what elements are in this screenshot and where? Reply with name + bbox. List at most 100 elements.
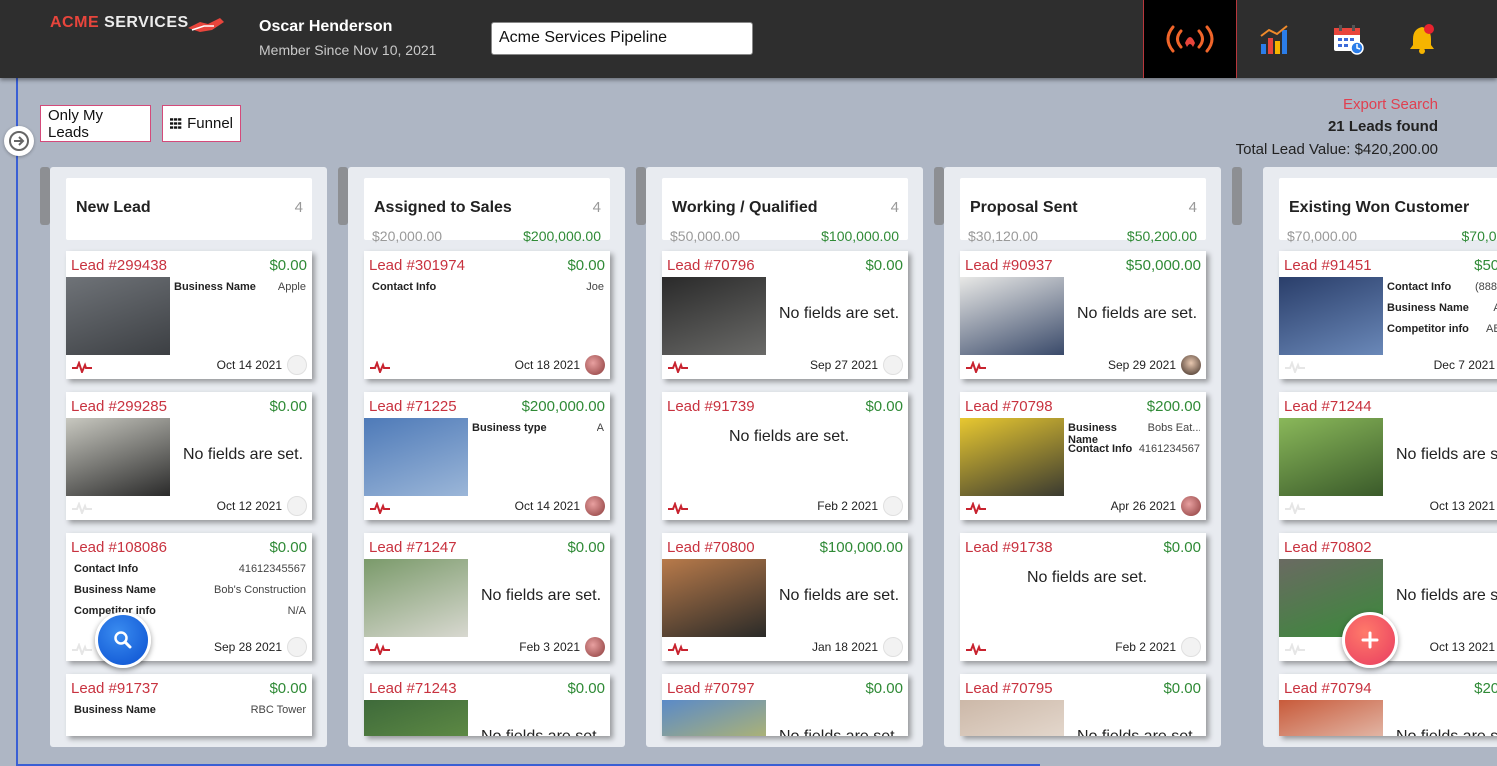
lead-id[interactable]: Lead #108086 [71,539,167,556]
handshake-icon [188,18,224,32]
add-lead-fab-button[interactable] [1342,612,1398,668]
field-label: Contact Info [372,281,437,293]
lead-id[interactable]: Lead #70796 [667,257,755,274]
lead-card[interactable]: Lead #71244$0No fields are set.Oct 13 20… [1279,392,1497,520]
assignee-avatar[interactable] [287,637,307,657]
nav-stats[interactable] [1237,0,1313,78]
lead-card[interactable]: Lead #71247 $0.00 No fields are set. Feb 3 … [364,533,610,661]
lead-id[interactable]: Lead #70795 [965,680,1053,697]
column-drag-tab[interactable] [40,167,50,225]
assignee-avatar[interactable] [1181,355,1201,375]
lead-card[interactable]: Lead #70794 $20,00 No fields are set. [1279,674,1497,736]
field-label: Contact Info [74,563,139,575]
leads-found-count: 21 Leads found [1327,118,1438,135]
lead-id[interactable]: Lead #91737 [71,680,159,697]
pipeline-column: Working / Qualified 4 $50,000.00 $100,000.0… [646,167,923,747]
lead-card[interactable]: Lead #91737 $0.00 Business Name RBC Tower [66,674,312,736]
lead-card[interactable]: Lead #91451 $50,00 Contact Info (888)870 Bus… [1279,251,1497,379]
lead-id[interactable]: Lead #91739 [667,398,755,415]
funnel-button[interactable]: Funnel [162,105,241,142]
column-min-value: $50,000.00 [670,228,741,244]
field-value: RBC Tower [250,704,306,716]
lead-id[interactable]: Lead #70802 [1284,539,1372,556]
acme-logo[interactable]: ACME SERVICES [50,14,225,40]
lead-field: Contact Info Joe [372,281,604,293]
lead-id[interactable]: Lead #70794 [1284,680,1372,697]
lead-id[interactable]: Lead #71247 [369,539,457,556]
field-label: Contact Info [1068,443,1133,455]
assignee-avatar[interactable] [585,496,605,516]
assignee-avatar[interactable] [585,355,605,375]
field-value: (888)870 [1474,281,1497,293]
column-title: Proposal Sent [970,199,1078,216]
lead-card[interactable]: Lead #299438 $0.00 Business Name Apple Oct 1… [66,251,312,379]
column-max-value: $50,200.00 [1126,228,1197,244]
lead-card[interactable]: Lead #301974 $0.00 Contact Info Joe Oct 18 2… [364,251,610,379]
field-label: Business Name [1387,302,1469,314]
lead-date: Feb 2 2021 [1115,640,1176,654]
column-drag-tab[interactable] [636,167,646,225]
lead-card[interactable]: Lead #70798 $200.00 Business Name Bobs Eat.… [960,392,1206,520]
column-drag-tab[interactable] [1232,167,1242,225]
lead-id[interactable]: Lead #301974 [369,257,465,274]
lead-card[interactable]: Lead #70800 $100,000.00 No fields are set.… [662,533,908,661]
column-drag-tab[interactable] [934,167,944,225]
broadcast-icon [1166,25,1214,53]
lead-card[interactable]: Lead #90937 $50,000.00 No fields are set. S… [960,251,1206,379]
nav-broadcast[interactable] [1143,0,1237,78]
lead-id[interactable]: Lead #71243 [369,680,457,697]
lead-amount: $0.00 [865,398,903,415]
nav-calendar[interactable] [1310,0,1386,78]
lead-photo [364,700,468,736]
total-lead-value: Total Lead Value: $420,200.00 [1235,141,1438,158]
pipeline-select[interactable]: Acme Services Pipeline [491,22,753,55]
lead-id[interactable]: Lead #70800 [667,539,755,556]
lead-id[interactable]: Lead #71225 [369,398,457,415]
search-fab-button[interactable] [95,612,151,668]
assignee-avatar[interactable] [1181,496,1201,516]
lead-id[interactable]: Lead #71244 [1284,398,1372,415]
lead-card[interactable]: Lead #91739 $0.00 No fields are set. Feb 2 … [662,392,908,520]
assignee-avatar[interactable] [883,355,903,375]
lead-date: Apr 26 2021 [1110,499,1176,513]
lead-amount: $0.00 [269,539,307,556]
assignee-avatar[interactable] [1181,637,1201,657]
nav-notifications[interactable] [1384,0,1460,78]
lead-id[interactable]: Lead #70797 [667,680,755,697]
lead-id[interactable]: Lead #91451 [1284,257,1372,274]
no-fields-text: No fields are set. [1395,446,1497,463]
no-fields-text: No fields are set. [770,728,908,736]
export-search-link[interactable]: Export Search [1343,96,1438,113]
assignee-avatar[interactable] [883,637,903,657]
lead-id[interactable]: Lead #299285 [71,398,167,415]
lead-photo [1279,277,1383,355]
lead-card[interactable]: Lead #91738 $0.00 No fields are set. Feb 2 … [960,533,1206,661]
lead-card[interactable]: Lead #299285 $0.00 No fields are set. Oct 1… [66,392,312,520]
lead-amount: $0.00 [1163,680,1201,697]
lead-card[interactable]: Lead #71225 $200,000.00 Business type A Oct … [364,392,610,520]
lead-date: Oct 18 2021 [514,358,580,372]
column-drag-tab[interactable] [338,167,348,225]
column-header: Working / Qualified 4 $50,000.00 $100,000.0… [662,178,908,244]
lead-card[interactable]: Lead #71243 $0.00 No fields are set. [364,674,610,736]
lead-photo [66,277,170,355]
lead-id[interactable]: Lead #299438 [71,257,167,274]
column-header: Existing Won Customer $70,000.00 $70,000. [1279,178,1497,244]
pulse-icon [1285,361,1305,373]
lead-date: Dec 7 2021 [1433,358,1495,372]
only-my-leads-button[interactable]: Only My Leads [40,105,151,142]
assignee-avatar[interactable] [883,496,903,516]
lead-card[interactable]: Lead #70796 $0.00 No fields are set. Sep 27… [662,251,908,379]
lead-id[interactable]: Lead #70798 [965,398,1053,415]
assignee-avatar[interactable] [287,355,307,375]
expand-sidebar-button[interactable] [4,126,34,156]
lead-card[interactable]: Lead #70795 $0.00 No fields are set. [960,674,1206,736]
lead-date: Oct 14 2021 [514,499,580,513]
lead-id[interactable]: Lead #91738 [965,539,1053,556]
lead-amount: $0.00 [269,257,307,274]
pulse-icon [966,643,986,655]
assignee-avatar[interactable] [287,496,307,516]
lead-id[interactable]: Lead #90937 [965,257,1053,274]
assignee-avatar[interactable] [585,637,605,657]
lead-card[interactable]: Lead #70797 $0.00 No fields are set. [662,674,908,736]
